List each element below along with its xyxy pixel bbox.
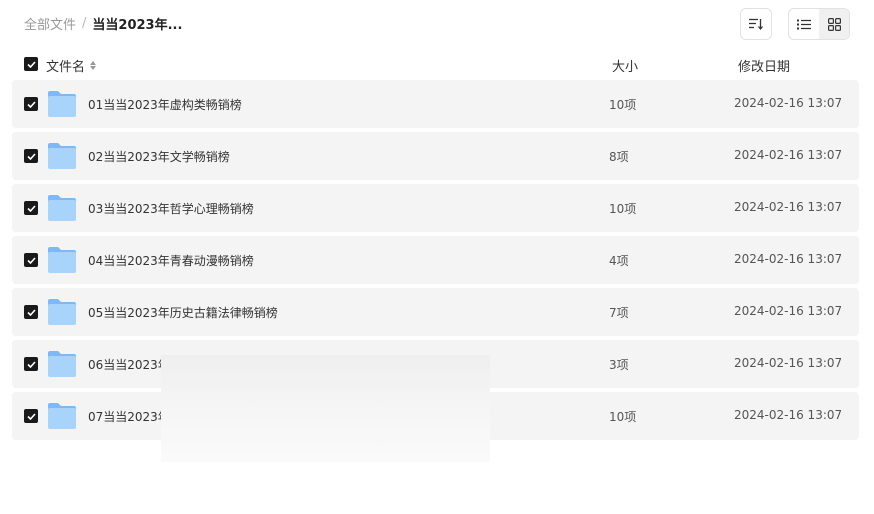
check-icon [26, 152, 36, 160]
row-checkbox[interactable] [24, 149, 38, 163]
view-toggle-group [788, 8, 850, 40]
file-name[interactable]: 05当当2023年历史古籍法律畅销榜 [88, 304, 278, 321]
row-checkbox[interactable] [24, 253, 38, 267]
check-icon [26, 412, 36, 420]
folder-icon [48, 403, 76, 429]
file-size: 10项 [609, 410, 637, 424]
file-name[interactable]: 07当当2023年 [88, 408, 170, 425]
folder-icon [48, 299, 76, 325]
file-size: 10项 [609, 202, 637, 216]
file-size: 3项 [609, 358, 629, 372]
folder-icon [48, 143, 76, 169]
file-date: 2024-02-16 13:07 [734, 200, 843, 214]
breadcrumb-current: 当当2023年... [92, 18, 183, 33]
file-date: 2024-02-16 13:07 [734, 408, 843, 422]
file-size: 7项 [609, 306, 629, 320]
check-icon [26, 308, 36, 316]
table-header: 文件名 大小 修改日期 [0, 48, 874, 80]
row-checkbox[interactable] [24, 201, 38, 215]
file-date: 2024-02-16 13:07 [734, 148, 843, 162]
check-icon [26, 256, 36, 264]
row-checkbox[interactable] [24, 305, 38, 319]
file-date: 2024-02-16 13:07 [734, 96, 843, 110]
row-checkbox[interactable] [24, 357, 38, 371]
select-all-checkbox[interactable] [24, 57, 38, 71]
table-row[interactable]: 02当当2023年文学畅销榜 8项 2024-02-16 13:07 [12, 132, 859, 180]
sort-caret-icon [90, 61, 97, 70]
check-icon [26, 360, 36, 368]
file-name[interactable]: 04当当2023年青春动漫畅销榜 [88, 252, 254, 269]
list-view-button[interactable] [789, 9, 819, 39]
grid-view-icon [827, 17, 841, 31]
file-size: 4项 [609, 254, 629, 268]
row-checkbox[interactable] [24, 409, 38, 423]
breadcrumb-root-link[interactable]: 全部文件 [24, 14, 76, 33]
file-name[interactable]: 06当当2023年 [88, 356, 170, 373]
redaction-overlay [161, 355, 490, 462]
row-checkbox[interactable] [24, 97, 38, 111]
sort-button[interactable] [740, 8, 772, 40]
file-name[interactable]: 02当当2023年文学畅销榜 [88, 148, 230, 165]
table-row[interactable]: 03当当2023年哲学心理畅销榜 10项 2024-02-16 13:07 [12, 184, 859, 232]
file-date: 2024-02-16 13:07 [734, 304, 843, 318]
file-size: 10项 [609, 98, 637, 112]
file-name[interactable]: 03当当2023年哲学心理畅销榜 [88, 200, 254, 217]
table-row[interactable]: 04当当2023年青春动漫畅销榜 4项 2024-02-16 13:07 [12, 236, 859, 284]
check-icon [26, 100, 36, 108]
folder-icon [48, 195, 76, 221]
grid-view-button[interactable] [819, 9, 849, 39]
file-name[interactable]: 01当当2023年虚构类畅销榜 [88, 96, 242, 113]
table-row[interactable]: 01当当2023年虚构类畅销榜 10项 2024-02-16 13:07 [12, 80, 859, 128]
list-view-icon [797, 19, 811, 29]
column-header-name[interactable]: 文件名 [46, 56, 97, 75]
folder-icon [48, 91, 76, 117]
top-bar: 全部文件 / 当当2023年... [0, 0, 874, 48]
folder-icon [48, 247, 76, 273]
file-size: 8项 [609, 150, 629, 164]
file-date: 2024-02-16 13:07 [734, 252, 843, 266]
breadcrumb-separator: / [82, 16, 87, 31]
folder-icon [48, 351, 76, 377]
table-row[interactable]: 05当当2023年历史古籍法律畅销榜 7项 2024-02-16 13:07 [12, 288, 859, 336]
check-icon [26, 60, 36, 68]
breadcrumb: 全部文件 / 当当2023年... [24, 14, 182, 33]
column-header-size[interactable]: 大小 [612, 56, 638, 75]
sort-lines-icon [749, 18, 763, 30]
file-date: 2024-02-16 13:07 [734, 356, 843, 370]
check-icon [26, 204, 36, 212]
column-header-name-label: 文件名 [46, 60, 86, 75]
column-header-date[interactable]: 修改日期 [738, 56, 790, 75]
